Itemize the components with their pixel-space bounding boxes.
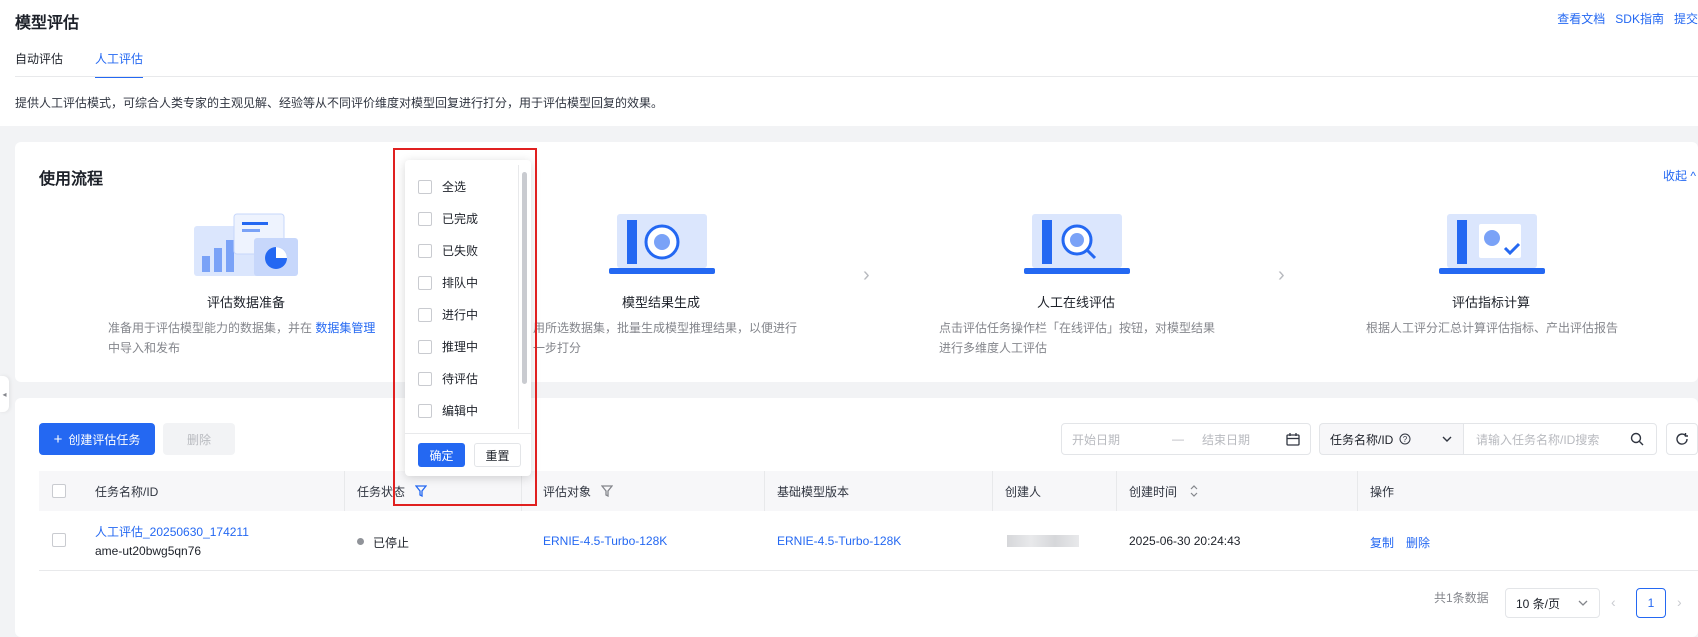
chevron-down-icon	[1578, 600, 1588, 606]
delete-button[interactable]: 删除	[163, 423, 235, 455]
delete-action[interactable]: 删除	[1406, 534, 1430, 551]
chevron-down-icon	[1442, 436, 1452, 442]
collapse-toggle[interactable]: 收起 ^	[1663, 167, 1696, 184]
total-count: 共1条数据	[1434, 591, 1489, 605]
status-dot	[357, 538, 364, 545]
copy-action[interactable]: 复制	[1370, 534, 1394, 551]
col-eval-target: 评估对象	[543, 485, 592, 499]
dataset-management-link[interactable]: 数据集管理	[315, 321, 375, 335]
table-row: 人工评估_20250630_174211 ame-ut20bwg5qn76 已停…	[39, 511, 1698, 571]
step-2-title: 模型结果生成	[621, 295, 700, 310]
workflow-title: 使用流程	[39, 171, 104, 188]
top-links: 查看文档 SDK指南 提交	[1557, 10, 1698, 27]
chevron-right-icon: ›	[863, 264, 870, 286]
submit-link[interactable]: 提交	[1674, 10, 1698, 27]
search-icon[interactable]	[1630, 432, 1644, 446]
model-result-illustration	[609, 214, 715, 274]
date-range-picker[interactable]: 开始日期 — 结束日期	[1061, 423, 1311, 455]
search-field-select[interactable]: 任务名称/ID ?	[1319, 423, 1463, 455]
docs-link[interactable]: 查看文档	[1557, 10, 1605, 27]
help-icon: ?	[1399, 433, 1411, 445]
svg-text:?: ?	[1403, 435, 1408, 444]
col-base-model: 基础模型版本	[777, 485, 850, 499]
task-id: ame-ut20bwg5qn76	[95, 544, 202, 558]
create-task-button[interactable]: + 创建评估任务	[39, 423, 155, 455]
prev-page-button[interactable]: ‹	[1611, 594, 1616, 610]
start-date-field[interactable]: 开始日期	[1072, 431, 1120, 448]
page-description: 提供人工评估模式，可综合人类专家的主观见解、经验等从不同评价维度对模型回复进行打…	[15, 96, 664, 110]
tab-auto-eval[interactable]: 自动评估	[15, 50, 63, 78]
eval-target-link[interactable]: ERNIE-4.5-Turbo-128K	[543, 534, 667, 548]
data-prep-illustration	[194, 213, 298, 276]
chevron-up-icon: ^	[1687, 169, 1696, 183]
task-status: 已停止	[373, 536, 410, 550]
sort-icon[interactable]	[1189, 484, 1199, 498]
step-1-title: 评估数据准备	[206, 295, 285, 310]
next-page-button[interactable]: ›	[1677, 594, 1682, 610]
refresh-icon	[1676, 433, 1688, 445]
calendar-icon	[1286, 433, 1300, 446]
page-title: 模型评估	[15, 15, 80, 32]
step-1-desc: 准备用于评估模型能力的数据集，并在 数据集管理 中导入和发布	[108, 321, 376, 355]
col-actions: 操作	[1370, 485, 1395, 499]
base-model-link[interactable]: ERNIE-4.5-Turbo-128K	[777, 534, 901, 548]
search-input[interactable]: 请输入任务名称/ID搜索	[1463, 423, 1657, 455]
chevron-right-icon: ›	[1278, 264, 1285, 286]
page-button[interactable]: 1	[1636, 588, 1666, 618]
col-created-time: 创建时间	[1129, 485, 1178, 499]
step-3-title: 人工在线评估	[1036, 295, 1115, 310]
sidebar-expand-handle[interactable]: ◂	[0, 376, 9, 412]
created-time: 2025-06-30 20:24:43	[1129, 534, 1241, 548]
table-header: 任务名称/ID 任务状态 评估对象 基础模型版本 创建人 创建时间 操作	[39, 471, 1698, 511]
step-2-desc: 用所选数据集，批量生成模型推理结果，以便进行 一步打分	[533, 321, 798, 355]
refresh-button[interactable]	[1666, 423, 1698, 455]
manual-eval-illustration	[1024, 214, 1130, 274]
row-checkbox[interactable]	[52, 533, 66, 547]
task-name-link[interactable]: 人工评估_20250630_174211	[95, 523, 249, 540]
filter-icon[interactable]	[601, 485, 613, 497]
highlight-box	[393, 148, 537, 506]
select-all-checkbox[interactable]	[52, 484, 66, 498]
tabs-divider	[15, 76, 1698, 77]
sdk-guide-link[interactable]: SDK指南	[1615, 10, 1664, 27]
step-3-desc: 点击评估任务操作栏「在线评估」按钮，对模型结果 进行多维度人工评估	[939, 321, 1216, 355]
col-task-name: 任务名称/ID	[95, 485, 159, 499]
tab-bar: 自动评估 人工评估	[15, 50, 144, 78]
col-creator: 创建人	[1005, 485, 1042, 499]
plus-icon: +	[53, 430, 63, 448]
creator-redacted	[1007, 535, 1079, 547]
step-4-title: 评估指标计算	[1451, 295, 1530, 310]
page-size-select[interactable]: 10 条/页	[1505, 588, 1600, 618]
pagination: 共1条数据	[1434, 589, 1489, 606]
metric-calc-illustration	[1439, 214, 1545, 274]
tab-manual-eval[interactable]: 人工评估	[95, 50, 144, 78]
end-date-field[interactable]: 结束日期	[1202, 431, 1250, 448]
step-4-desc: 根据人工评分汇总计算评估指标、产出评估报告	[1366, 321, 1619, 335]
